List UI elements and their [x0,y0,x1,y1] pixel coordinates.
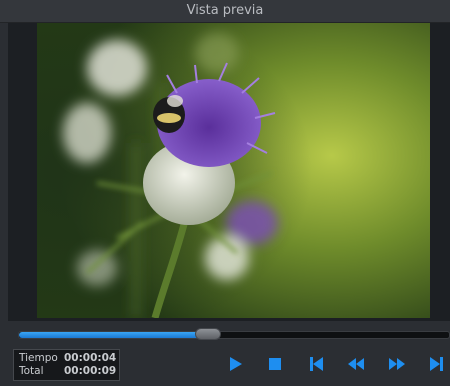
seek-handle[interactable] [195,328,222,340]
time-display: Tiempo 00:00:04 Total 00:00:09 [13,349,120,381]
video-preview[interactable] [37,23,430,318]
stop-icon [269,358,281,370]
rewind-icon [348,358,364,370]
elapsed-time: 00:00:04 [64,352,117,364]
play-button[interactable] [226,354,246,374]
stop-button[interactable] [265,354,285,374]
window-title: Vista previa [0,0,450,23]
seek-bar[interactable] [18,328,450,340]
total-time: 00:00:09 [64,365,117,377]
skip-to-end-button[interactable] [426,354,446,374]
play-icon [230,357,242,371]
fast-forward-button[interactable] [387,354,407,374]
video-frame-image [37,23,430,318]
skip-to-end-icon [429,357,443,371]
seek-progress [19,332,209,338]
playback-controls [222,352,450,376]
fast-forward-icon [389,358,405,370]
elapsed-label: Tiempo [19,352,58,364]
skip-to-start-icon [309,357,323,371]
preview-window: Vista previa Tiempo 00:00:04 Total 00:00… [0,0,450,386]
rewind-button[interactable] [346,354,366,374]
total-label: Total [19,365,44,377]
video-frame [8,23,450,321]
skip-to-start-button[interactable] [306,354,326,374]
